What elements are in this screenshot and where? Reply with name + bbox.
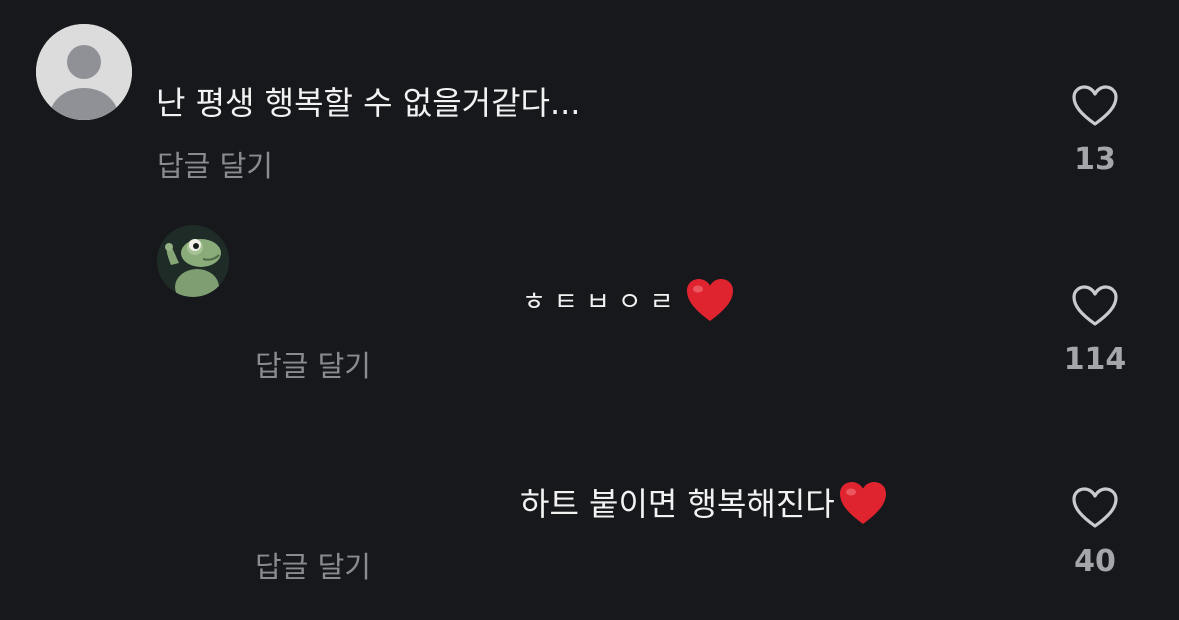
like-section: 114: [1060, 284, 1130, 378]
frog-avatar-image: [157, 225, 229, 297]
red-heart-emoji: [839, 482, 886, 524]
comment-text: 하트 붙이면 행복해진다: [520, 482, 889, 527]
like-count: 114: [1063, 342, 1127, 377]
heart-outline-icon[interactable]: [1071, 284, 1119, 328]
red-heart-emoji: [686, 279, 733, 321]
like-count: 13: [1074, 142, 1116, 177]
reply-button[interactable]: 답글 달기: [255, 348, 371, 384]
like-section: 13: [1060, 84, 1130, 178]
heart-outline-icon[interactable]: [1071, 84, 1119, 128]
heart-outline-icon[interactable]: [1071, 486, 1119, 530]
comment-jamo-text: ㅎㅌㅂㅇㄹ: [522, 287, 682, 318]
like-section: 40: [1060, 486, 1130, 580]
default-user-avatar-icon: [36, 24, 132, 120]
like-count: 40: [1074, 544, 1116, 579]
comment-body: 하트 붙이면 행복해진다: [520, 485, 835, 523]
frog-avatar[interactable]: [157, 225, 229, 297]
comment-text: ㅎㅌㅂㅇㄹ: [522, 279, 736, 324]
comment-text: 난 평생 행복할 수 없을거같다...: [156, 84, 581, 122]
user-avatar[interactable]: [36, 24, 132, 120]
reply-button[interactable]: 답글 달기: [255, 549, 371, 585]
reply-button[interactable]: 답글 달기: [157, 148, 273, 184]
